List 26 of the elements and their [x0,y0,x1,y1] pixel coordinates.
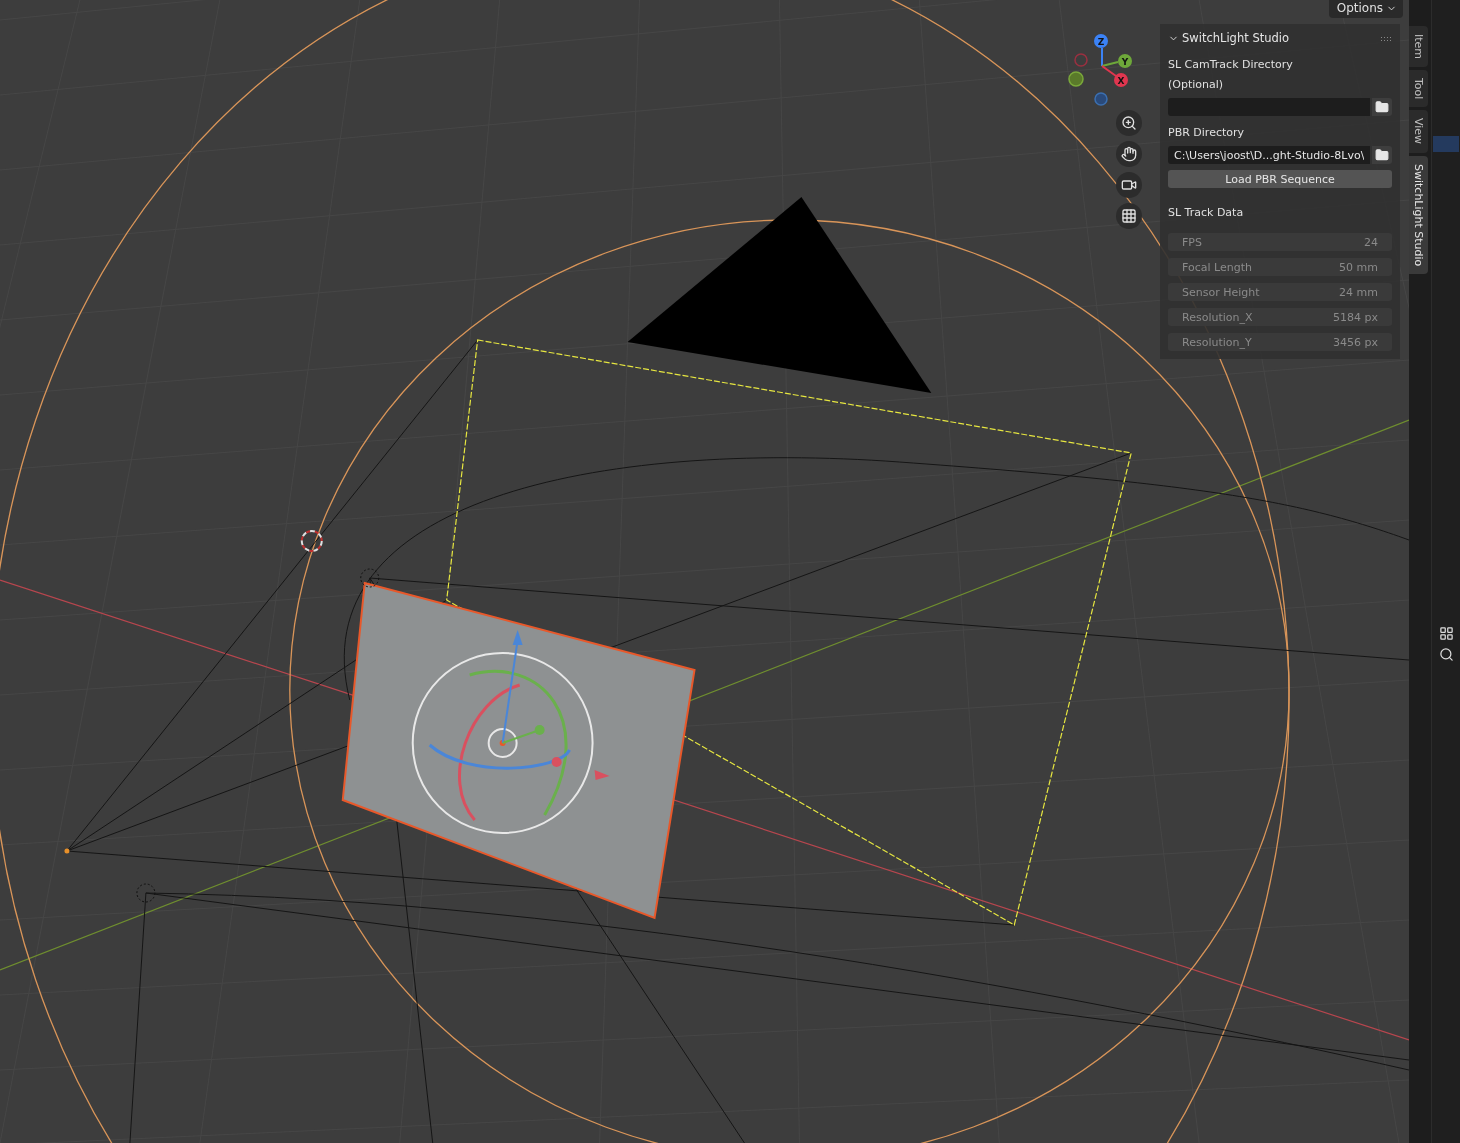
grid-icon[interactable] [1116,203,1142,229]
rotate-gizmo-drawing[interactable] [411,630,610,834]
folder-icon[interactable] [1372,146,1392,164]
folder-icon[interactable] [1372,98,1392,116]
options-dropdown[interactable]: Options [1328,0,1403,18]
search-icon[interactable] [1438,647,1454,662]
field-label: PBR Directory [1168,126,1246,140]
layout-icon[interactable] [1438,626,1454,641]
load-button[interactable]: Load PBR Sequence [1168,170,1392,188]
origin-dot [64,848,70,854]
panel-header[interactable]: SwitchLight Studio [1168,28,1392,48]
sidebar-tab[interactable]: Item [1409,26,1428,68]
camera-icon[interactable] [1116,172,1142,198]
sidebar-tab[interactable]: Tool [1409,70,1428,108]
plane-mesh[interactable] [341,581,696,920]
sidebar-tab[interactable]: SwitchLight Studio [1409,155,1428,274]
axis-gizmo-drawing[interactable]: Z Y X [1066,32,1136,108]
light-icon[interactable] [136,568,380,903]
hand-icon[interactable] [1116,141,1142,167]
pbr-directory-field[interactable]: C:\Users\joost\D...ght-Studio-8Lvo\ [1168,146,1370,164]
section-heading: SL Track Data [1168,206,1245,220]
field-label: SL CamTrack Directory [1168,58,1294,72]
3d-cursor-icon[interactable] [300,530,323,552]
zoom-icon[interactable] [1116,110,1142,136]
sidebar-tab[interactable]: View [1409,110,1428,153]
field-note: (Optional) [1168,78,1225,92]
